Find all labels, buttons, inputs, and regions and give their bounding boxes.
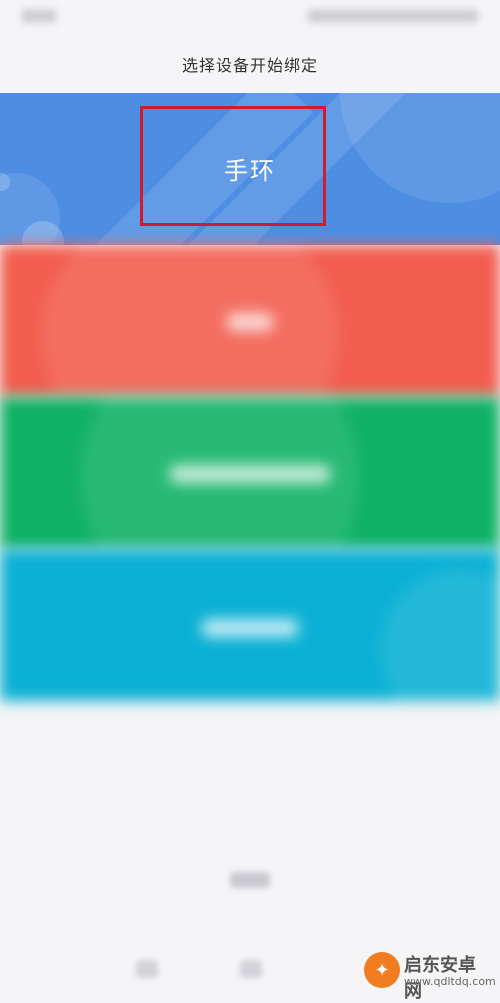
decor-circle (380, 569, 500, 701)
bottom-hint-text[interactable] (230, 872, 270, 888)
device-option-green[interactable] (0, 397, 500, 549)
device-label-blurred (227, 313, 273, 331)
status-icons (308, 10, 478, 22)
decor-circle (40, 245, 340, 397)
device-label-blurred (202, 619, 298, 637)
status-time (22, 10, 56, 22)
status-bar (0, 0, 500, 36)
back-icon[interactable] (136, 960, 158, 978)
device-option-cyan[interactable] (0, 549, 500, 701)
device-option-red[interactable] (0, 245, 500, 397)
device-label-blurred (170, 465, 330, 483)
watermark-url: www.qdltdq.com (404, 975, 496, 988)
highlight-annotation-box (140, 106, 326, 226)
home-icon[interactable] (240, 960, 262, 978)
watermark: ✦ 启东安卓网 www.qdltdq.com (364, 948, 496, 1002)
page-title: 选择设备开始绑定 (181, 56, 318, 75)
fire-icon: ✦ (364, 952, 400, 988)
